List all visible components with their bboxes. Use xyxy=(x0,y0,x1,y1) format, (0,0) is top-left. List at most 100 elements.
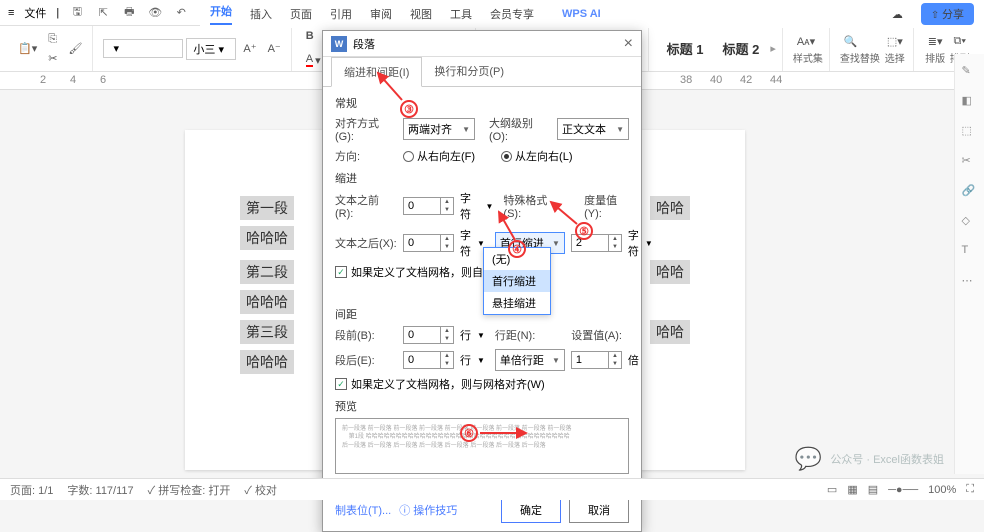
menu-review[interactable]: 审阅 xyxy=(370,6,392,22)
dialog-title: 段落 xyxy=(353,36,375,52)
para-3[interactable]: 第二段 xyxy=(240,260,294,284)
para-3b[interactable]: 哈哈 xyxy=(650,260,690,284)
dialog-tabs: 缩进和间距(I) 换行和分页(P) xyxy=(323,57,641,87)
para-5b[interactable]: 哈哈 xyxy=(650,320,690,344)
menu-icon[interactable]: ≡ xyxy=(8,7,14,19)
fullscreen-icon[interactable]: ⛶ xyxy=(966,483,974,496)
linesp-select[interactable]: 单倍行距▼ xyxy=(495,349,565,371)
preview-icon[interactable]: 👁 xyxy=(147,5,163,21)
menu-bar: 开始 插入 页面 引用 审阅 视图 工具 会员专享 WPS AI ☁ ⇧ 分享 xyxy=(200,0,984,28)
heading-1[interactable]: 标题 1 xyxy=(659,39,712,58)
menu-vip[interactable]: 会员专享 xyxy=(490,6,534,22)
para-1[interactable]: 第一段 xyxy=(240,196,294,220)
print-icon[interactable]: 🖶 xyxy=(121,5,137,21)
tips-link[interactable]: ⓘ 操作技巧 xyxy=(399,502,457,518)
pencil-icon[interactable]: ✎ xyxy=(962,64,978,80)
section-preview: 预览 xyxy=(335,398,629,414)
select-button[interactable]: ⬚▾ xyxy=(883,33,907,50)
menu-insert[interactable]: 插入 xyxy=(250,6,272,22)
tab-indent[interactable]: 缩进和间距(I) xyxy=(331,57,422,87)
space-after-label: 段后(E): xyxy=(335,352,397,368)
font-size-select[interactable]: 小三 ▾ xyxy=(186,38,236,60)
view-icon-1[interactable]: ▭ xyxy=(827,483,837,496)
outline-label: 大纲级别(O): xyxy=(489,115,551,143)
direction-label: 方向: xyxy=(335,148,397,164)
word-count[interactable]: 字数: 117/117 xyxy=(67,482,133,498)
cloud-icon[interactable]: ☁ xyxy=(892,8,903,21)
para-2[interactable]: 哈哈哈 xyxy=(240,226,294,250)
para-5[interactable]: 第三段 xyxy=(240,320,294,344)
menu-page[interactable]: 页面 xyxy=(290,6,312,22)
setval-spin[interactable]: ▲▼ xyxy=(571,351,622,369)
cut-button[interactable]: ✂ xyxy=(44,50,61,67)
before-spin[interactable]: ▲▼ xyxy=(403,197,454,215)
menu-tools[interactable]: 工具 xyxy=(450,6,472,22)
para-1b[interactable]: 哈哈 xyxy=(650,196,690,220)
shrink-font[interactable]: A⁻ xyxy=(264,40,285,57)
section-general: 常规 xyxy=(335,95,629,111)
export-icon[interactable]: ⇱ xyxy=(95,5,111,21)
styles-button[interactable]: Aᴀ▾ xyxy=(793,33,823,50)
space-after-spin[interactable]: ▲▼ xyxy=(403,351,454,369)
after-spin[interactable]: ▲▼ xyxy=(403,234,454,252)
dialog-titlebar: W 段落 × xyxy=(323,31,641,57)
nav-icon[interactable]: ◧ xyxy=(962,94,978,110)
view-icon-3[interactable]: ▤ xyxy=(868,483,878,496)
grid-align-check[interactable]: ✓如果定义了文档网格，则与网格对齐(W) xyxy=(335,376,629,392)
save-icon[interactable]: 🖫 xyxy=(69,5,85,21)
rtl-radio[interactable]: 从右向左(F) xyxy=(403,148,475,164)
format-painter[interactable]: 🖌 xyxy=(64,40,86,57)
measure-spin[interactable]: ▲▼ xyxy=(571,234,622,252)
cancel-button[interactable]: 取消 xyxy=(569,497,629,523)
section-indent: 缩进 xyxy=(335,170,629,186)
preview-box: 前一段落 前一段落 前一段落 前一段落 前一段落 前一段落 前一段落 前一段落 … xyxy=(335,418,629,474)
ok-button[interactable]: 确定 xyxy=(501,497,561,523)
wps-ai[interactable]: WPS AI xyxy=(562,8,601,20)
layout-button[interactable]: ≣▾ xyxy=(924,33,947,50)
more-icon[interactable]: ⋯ xyxy=(962,274,978,290)
outline-select[interactable]: 正文文本▼ xyxy=(557,118,629,140)
dd-hang[interactable]: 悬挂缩进 xyxy=(484,292,550,314)
find-button[interactable]: 🔍 xyxy=(840,33,880,50)
grid-auto-check[interactable]: ✓如果定义了文档网格，则自动调整 xyxy=(335,264,629,280)
text-icon[interactable]: T xyxy=(962,244,978,260)
close-icon[interactable]: × xyxy=(624,35,633,53)
ltr-radio[interactable]: 从左向右(L) xyxy=(501,148,572,164)
zoom-slider[interactable]: ─●── xyxy=(888,484,918,496)
spell-status[interactable]: ✓ 拼写检查: 打开 xyxy=(148,482,231,498)
bold-button[interactable]: B xyxy=(302,28,318,44)
copy-button[interactable]: ⎘ xyxy=(44,31,61,48)
sort-button[interactable]: ⧉▾ xyxy=(950,33,970,50)
heading-more[interactable]: ▸ xyxy=(770,42,776,55)
tabs-button[interactable]: 制表位(T)... xyxy=(335,502,391,518)
section-spacing: 间距 xyxy=(335,306,629,322)
menu-ref[interactable]: 引用 xyxy=(330,6,352,22)
dd-first[interactable]: 首行缩进 xyxy=(484,270,550,292)
proof-status[interactable]: ✓ 校对 xyxy=(244,482,277,498)
para-6[interactable]: 哈哈哈 xyxy=(240,350,294,374)
font-family-select[interactable]: ▾ xyxy=(103,39,183,58)
dd-none[interactable]: (无) xyxy=(484,248,550,270)
tab-break[interactable]: 换行和分页(P) xyxy=(422,57,516,86)
paragraph-dialog: W 段落 × 缩进和间距(I) 换行和分页(P) 常规 对齐方式(G): 两端对… xyxy=(322,30,642,532)
page-status[interactable]: 页面: 1/1 xyxy=(10,482,53,498)
after-label: 文本之后(X): xyxy=(335,235,397,251)
setval-label: 设置值(A): xyxy=(571,327,622,343)
paste-button[interactable]: 📋▾ xyxy=(14,40,41,57)
menu-start[interactable]: 开始 xyxy=(210,3,232,25)
view-icon-2[interactable]: ▦ xyxy=(847,483,857,496)
shape-icon[interactable]: ◇ xyxy=(962,214,978,230)
grow-font[interactable]: A⁺ xyxy=(239,40,260,57)
clip-icon[interactable]: ✂ xyxy=(962,154,978,170)
share-button[interactable]: ⇧ 分享 xyxy=(921,3,974,25)
zoom-level[interactable]: 100% xyxy=(928,484,956,496)
chain-icon[interactable]: 🔗 xyxy=(962,184,978,200)
align-select[interactable]: 两端对齐▼ xyxy=(403,118,475,140)
space-before-spin[interactable]: ▲▼ xyxy=(403,326,454,344)
undo-icon[interactable]: ↶ xyxy=(173,5,189,21)
file-menu[interactable]: 文件 xyxy=(24,5,46,21)
select-tool-icon[interactable]: ⬚ xyxy=(962,124,978,140)
para-4[interactable]: 哈哈哈 xyxy=(240,290,294,314)
heading-2[interactable]: 标题 2 xyxy=(714,39,767,58)
menu-view[interactable]: 视图 xyxy=(410,6,432,22)
